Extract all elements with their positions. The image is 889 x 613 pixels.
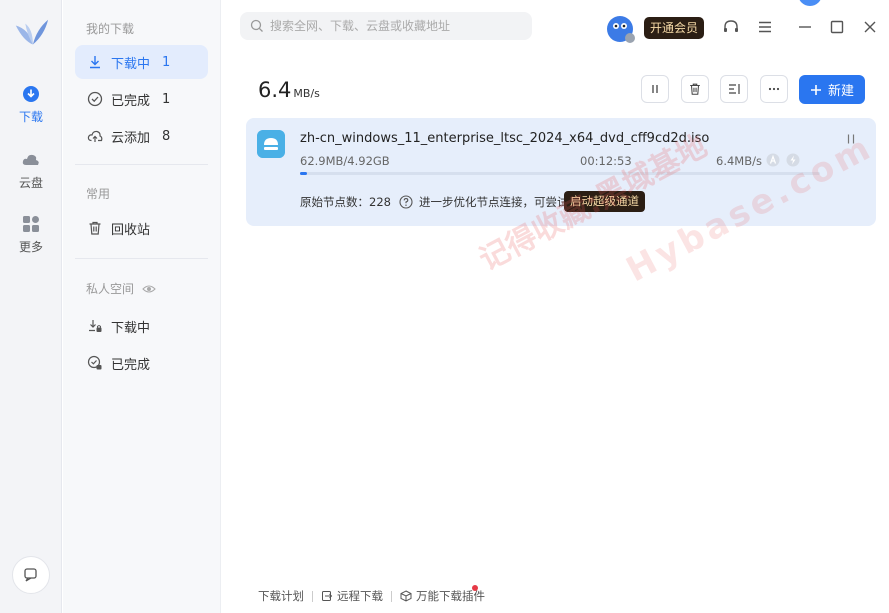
plus-icon	[810, 84, 821, 95]
task-progress-bar	[300, 172, 820, 175]
more-dots-icon	[768, 87, 780, 91]
trash-icon	[89, 221, 101, 235]
download-plan-link[interactable]: 下载计划	[258, 588, 304, 604]
rail-label: 下载	[18, 110, 43, 124]
section-title-my-downloads: 我的下载	[86, 22, 135, 36]
sidebar-item-count: 1	[162, 91, 171, 107]
new-task-label: 新建	[827, 83, 854, 98]
help-circle-icon[interactable]	[399, 195, 413, 209]
avatar[interactable]	[606, 14, 636, 44]
update-badge-icon	[798, 0, 822, 6]
cloud-icon	[22, 154, 39, 165]
sidebar-item-count: 8	[162, 128, 171, 144]
minimize-icon[interactable]	[796, 18, 814, 36]
vip-button[interactable]: 开通会员	[644, 17, 705, 39]
speed-value: 6.4	[258, 78, 292, 102]
download-arrow-icon	[90, 56, 100, 69]
sidebar-item-label: 下载中	[111, 320, 151, 336]
rail-item-more[interactable]: 更多	[0, 214, 62, 255]
maximize-icon[interactable]	[828, 18, 846, 36]
check-circle-icon	[87, 91, 103, 107]
headset-icon[interactable]	[722, 18, 740, 36]
pause-icon	[652, 85, 658, 93]
task-size-progress: 62.9MB/4.92GB	[300, 154, 390, 168]
sidebar-item-label: 已完成	[111, 93, 151, 109]
new-task-button[interactable]: 新建	[799, 75, 865, 104]
trash-icon	[690, 83, 700, 95]
download-circle-icon	[23, 86, 39, 102]
remote-download-link[interactable]: 远程下载	[337, 588, 383, 604]
close-icon[interactable]	[861, 18, 879, 36]
delete-button[interactable]	[681, 75, 709, 103]
task-progress-fill	[300, 172, 307, 175]
app-logo-icon	[15, 19, 49, 45]
disc-image-file-icon	[257, 130, 285, 158]
notification-dot	[472, 585, 478, 591]
rail-label: 云盘	[18, 176, 43, 190]
menu-icon[interactable]	[756, 18, 774, 36]
node-count-label: 原始节点数：228	[300, 195, 391, 209]
rail-label: 更多	[18, 240, 43, 254]
sort-icon	[729, 84, 740, 94]
task-filename: zh-cn_windows_11_enterprise_ltsc_2024_x6…	[300, 131, 710, 146]
sidebar-divider	[75, 164, 208, 165]
footer-bar: 下载计划 远程下载 万能下载插件	[258, 588, 485, 604]
task-speed: 6.4MB/s	[716, 154, 762, 168]
footer-separator	[391, 590, 392, 602]
sidebar-item-recycle-bin[interactable]: 回收站	[75, 211, 208, 245]
locked-download-icon	[89, 320, 102, 332]
total-speed: 6.4 MB/s	[258, 78, 320, 102]
more-options-button[interactable]	[760, 75, 788, 103]
sidebar-item-label: 云添加	[111, 130, 151, 146]
search-icon	[250, 19, 263, 32]
section-title-common: 常用	[86, 187, 111, 201]
cloud-upload-icon	[87, 130, 103, 142]
sidebar-item-completed[interactable]: 已完成 1	[75, 82, 208, 116]
locked-check-icon	[87, 355, 102, 370]
left-rail: 下载 云盘 更多	[0, 0, 62, 613]
section-title-private: 私人空间	[86, 280, 156, 297]
sidebar-item-downloading[interactable]: 下载中 1	[75, 45, 208, 79]
sidebar-item-private-completed[interactable]: 已完成	[75, 346, 208, 380]
sidebar-item-label: 回收站	[111, 222, 151, 238]
eye-icon[interactable]	[142, 282, 156, 296]
sidebar-item-label: 已完成	[111, 357, 151, 373]
apps-grid-icon	[23, 216, 39, 232]
search-box[interactable]	[240, 12, 532, 40]
sidebar-divider	[75, 258, 208, 259]
sidebar-item-count: 1	[162, 54, 171, 70]
pause-all-button[interactable]	[641, 75, 669, 103]
feedback-button[interactable]	[12, 556, 50, 594]
feedback-icon	[24, 568, 37, 582]
download-sidebar: 我的下载 下载中 1 已完成 1 云添加 8 常用 回收站 私人空间 下载中 已…	[63, 0, 221, 613]
rail-item-download[interactable]: 下载	[0, 84, 62, 125]
sidebar-item-cloud-added[interactable]: 云添加 8	[75, 119, 208, 153]
private-space-label: 私人空间	[86, 282, 135, 296]
footer-separator	[312, 590, 313, 602]
accelerate-a-icon[interactable]	[766, 153, 780, 167]
speed-unit: MB/s	[293, 87, 320, 100]
sidebar-item-private-downloading[interactable]: 下载中	[75, 309, 208, 343]
sidebar-item-label: 下载中	[111, 56, 151, 72]
plugin-cube-icon	[400, 590, 412, 602]
search-input[interactable]	[270, 19, 520, 33]
rail-item-cloud[interactable]: 云盘	[0, 150, 62, 191]
remote-download-icon	[322, 591, 333, 601]
sort-button[interactable]	[720, 75, 748, 103]
